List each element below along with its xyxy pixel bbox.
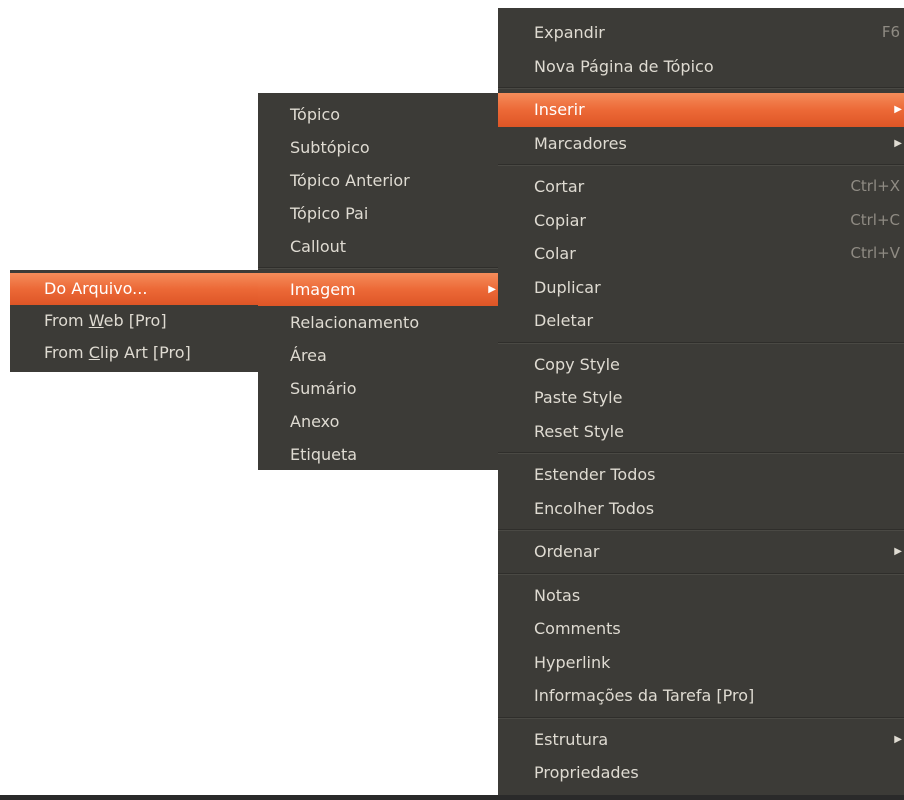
- menu-item-label: Relacionamento: [290, 313, 420, 332]
- label-prefix: From: [44, 311, 89, 330]
- menu-item-label: Área: [290, 346, 327, 365]
- menu-item-estrutura[interactable]: Estrutura ▶: [498, 723, 904, 757]
- menu-separator: [498, 572, 904, 575]
- menu-item-label: Inserir: [534, 100, 585, 119]
- menu-item-estender-todos[interactable]: Estender Todos: [498, 458, 904, 492]
- menu-item-ordenar[interactable]: Ordenar ▶: [498, 535, 904, 569]
- menu-item-imagem[interactable]: Imagem ▶: [258, 273, 498, 306]
- menu-item-label: Copy Style: [534, 354, 620, 374]
- menu-item-label: Estender Todos: [534, 465, 656, 484]
- menu-item-label: Expandir: [534, 23, 605, 42]
- submenu-arrow-icon: ▶: [488, 284, 496, 295]
- label-suffix: eb [Pro]: [103, 311, 167, 330]
- submenu-arrow-icon: ▶: [894, 733, 902, 745]
- menu-item-copy-style[interactable]: Copy Style: [498, 348, 904, 382]
- menu-item-label: Estrutura: [534, 729, 609, 749]
- menu-item-sumario[interactable]: Sumário: [258, 372, 498, 405]
- shortcut-label: Ctrl+V: [850, 244, 900, 262]
- menu-item-from-web[interactable]: From Web [Pro]: [10, 305, 258, 337]
- menu-item-do-arquivo[interactable]: Do Arquivo...: [10, 273, 258, 305]
- menu-item-label: Imagem: [290, 280, 356, 299]
- menu-item-copiar[interactable]: Copiar Ctrl+C: [498, 204, 904, 238]
- menu-item-label: Comments: [534, 619, 621, 638]
- menu-item-label: Duplicar: [534, 277, 601, 297]
- submenu-arrow-icon: ▶: [894, 546, 902, 557]
- menu-item-label: Tópico: [290, 105, 341, 124]
- menu-item-topico-pai[interactable]: Tópico Pai: [258, 197, 498, 230]
- label-prefix: From: [44, 343, 89, 362]
- menu-separator: [498, 716, 904, 719]
- menu-separator: [498, 164, 904, 166]
- menu-item-label: Reset Style: [534, 421, 624, 441]
- menu-item-etiqueta[interactable]: Etiqueta: [258, 438, 498, 471]
- menu-item-subtopico[interactable]: Subtópico: [258, 131, 498, 164]
- menu-item-propriedades[interactable]: Propriedades: [498, 756, 904, 790]
- imagem-submenu: Do Arquivo... From Web [Pro] From Clip A…: [10, 270, 258, 372]
- menu-item-label: Deletar: [534, 311, 594, 330]
- menu-item-label: Encolher Todos: [534, 498, 655, 518]
- menu-item-hyperlink[interactable]: Hyperlink: [498, 646, 904, 680]
- menu-item-label: Callout: [290, 237, 347, 256]
- menu-separator: [498, 452, 904, 454]
- menu-separator: [498, 87, 904, 89]
- menu-item-marcadores[interactable]: Marcadores ▶: [498, 127, 904, 161]
- menu-item-cortar[interactable]: Cortar Ctrl+X: [498, 170, 904, 204]
- bottom-border: [0, 795, 904, 800]
- menu-item-topico[interactable]: Tópico: [258, 98, 498, 131]
- submenu-arrow-icon: ▶: [894, 104, 902, 115]
- menu-item-label: Tópico Anterior: [290, 171, 410, 190]
- menu-item-label: Hyperlink: [534, 652, 611, 672]
- menu-item-expandir[interactable]: Expandir F6: [498, 16, 904, 50]
- menu-item-topico-anterior[interactable]: Tópico Anterior: [258, 164, 498, 197]
- mnemonic-letter: W: [88, 311, 104, 330]
- menu-item-label: Etiqueta: [290, 445, 358, 464]
- menu-item-notas[interactable]: Notas: [498, 579, 904, 613]
- menu-item-label: Nova Página de Tópico: [534, 56, 714, 76]
- menu-separator: [258, 267, 498, 269]
- menu-item-reset-style[interactable]: Reset Style: [498, 415, 904, 449]
- menu-item-area[interactable]: Área: [258, 339, 498, 372]
- menu-item-label: Notas: [534, 585, 581, 605]
- menu-item-colar[interactable]: Colar Ctrl+V: [498, 237, 904, 271]
- menu-item-deletar[interactable]: Deletar: [498, 304, 904, 338]
- menu-item-label: From Clip Art [Pro]: [44, 343, 191, 362]
- shortcut-label: Ctrl+X: [850, 177, 900, 195]
- shortcut-label: F6: [881, 23, 900, 41]
- label-suffix: lip Art [Pro]: [99, 343, 191, 362]
- menu-item-label: Anexo: [290, 412, 340, 431]
- context-menu: Expandir F6 Nova Página de Tópico Inseri…: [498, 8, 904, 796]
- menu-item-label: Tópico Pai: [290, 204, 369, 223]
- menu-item-inserir[interactable]: Inserir ▶: [498, 93, 904, 127]
- menu-item-label: Propriedades: [534, 763, 639, 782]
- menu-item-label: Colar: [534, 244, 576, 263]
- menu-item-label: Informações da Tarefa [Pro]: [534, 686, 755, 705]
- menu-item-label: Subtópico: [290, 138, 370, 157]
- menu-separator: [498, 529, 904, 531]
- menu-item-nova-pagina-de-topico[interactable]: Nova Página de Tópico: [498, 50, 904, 84]
- menu-item-label: Paste Style: [534, 388, 623, 407]
- inserir-submenu: Tópico Subtópico Tópico Anterior Tópico …: [258, 93, 498, 470]
- menu-item-paste-style[interactable]: Paste Style: [498, 381, 904, 415]
- menu-item-label: Marcadores: [534, 133, 627, 153]
- mnemonic-letter: C: [88, 343, 100, 362]
- menu-separator: [498, 341, 904, 344]
- menu-item-label: From Web [Pro]: [44, 311, 167, 330]
- menu-item-label: Cortar: [534, 177, 585, 196]
- submenu-arrow-icon: ▶: [894, 137, 902, 149]
- menu-item-anexo[interactable]: Anexo: [258, 405, 498, 438]
- menu-item-from-clip-art[interactable]: From Clip Art [Pro]: [10, 337, 258, 369]
- menu-item-label: Sumário: [290, 379, 357, 398]
- menu-item-label: Ordenar: [534, 542, 600, 561]
- menu-item-informacoes-da-tarefa[interactable]: Informações da Tarefa [Pro]: [498, 679, 904, 713]
- menu-item-callout[interactable]: Callout: [258, 230, 498, 263]
- menu-item-encolher-todos[interactable]: Encolher Todos: [498, 492, 904, 526]
- menu-item-comments[interactable]: Comments: [498, 612, 904, 646]
- menu-item-label: Copiar: [534, 210, 586, 230]
- menu-item-relacionamento[interactable]: Relacionamento: [258, 306, 498, 339]
- menu-item-label: Do Arquivo...: [44, 279, 148, 298]
- shortcut-label: Ctrl+C: [850, 210, 900, 229]
- menu-item-duplicar[interactable]: Duplicar: [498, 271, 904, 305]
